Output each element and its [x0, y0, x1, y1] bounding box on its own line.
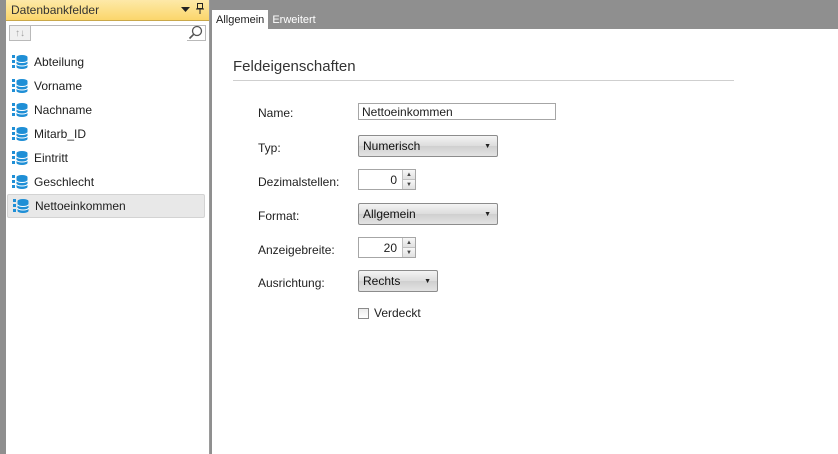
- format-label: Format:: [258, 209, 300, 223]
- ausrichtung-dropdown[interactable]: Rechts ▼: [358, 270, 438, 292]
- pin-icon[interactable]: [196, 3, 204, 17]
- dezimalstellen-value[interactable]: 0: [359, 173, 402, 187]
- field-item-nachname[interactable]: Nachname: [7, 98, 205, 122]
- tab-allgemein[interactable]: Allgemein: [212, 10, 269, 29]
- search-icon[interactable]: [188, 25, 203, 43]
- stepper-buttons: ▲ ▼: [402, 238, 415, 257]
- field-properties-panel: Feldeigenschaften Name: Typ: Numerisch ▼…: [212, 29, 838, 454]
- dezimalstellen-label: Dezimalstellen:: [258, 175, 340, 189]
- ausrichtung-label: Ausrichtung:: [258, 276, 325, 290]
- field-item-abteilung[interactable]: Abteilung: [7, 50, 205, 74]
- typ-label: Typ:: [258, 141, 281, 155]
- panel-dropdown-icon[interactable]: [181, 4, 190, 16]
- verdeckt-checkbox[interactable]: [358, 307, 369, 319]
- database-field-icon: [13, 198, 35, 214]
- anzeigebreite-stepper[interactable]: 20 ▲ ▼: [358, 237, 416, 258]
- database-field-icon: [12, 126, 34, 142]
- database-field-icon: [12, 174, 34, 190]
- name-input[interactable]: [358, 103, 556, 120]
- panel-controls: [181, 3, 204, 17]
- section-divider: [233, 80, 734, 81]
- database-field-icon: [12, 54, 34, 70]
- field-label: Abteilung: [34, 55, 85, 69]
- ausrichtung-dropdown-value: Rechts: [363, 274, 401, 288]
- field-label: Eintritt: [34, 151, 69, 165]
- field-label: Vorname: [34, 79, 83, 93]
- typ-dropdown[interactable]: Numerisch ▼: [358, 135, 498, 157]
- tab-erweitert[interactable]: Erweitert: [268, 10, 320, 29]
- chevron-down-icon: ▼: [484, 210, 491, 218]
- increment-icon[interactable]: ▲: [403, 170, 415, 180]
- field-item-mitarb_id[interactable]: Mitarb_ID: [7, 122, 205, 146]
- dezimalstellen-stepper[interactable]: 0 ▲ ▼: [358, 169, 416, 190]
- decrement-icon[interactable]: ▼: [403, 248, 415, 257]
- search-row: ↑↓: [6, 21, 209, 43]
- field-item-geschlecht[interactable]: Geschlecht: [7, 170, 205, 194]
- format-dropdown-value: Allgemein: [363, 207, 416, 221]
- search-input[interactable]: [31, 27, 187, 41]
- verdeckt-label[interactable]: Verdeckt: [374, 306, 421, 320]
- database-field-icon: [12, 102, 34, 118]
- field-label: Nettoeinkommen: [35, 199, 126, 213]
- chevron-down-icon: ▼: [424, 277, 431, 285]
- field-label: Mitarb_ID: [34, 127, 87, 141]
- database-fields-panel: Datenbankfelder ↑↓ Abteilung Vorname Nachn…: [0, 0, 210, 454]
- field-list: Abteilung Vorname Nachname Mitarb_ID Eintrit…: [6, 50, 209, 218]
- format-dropdown[interactable]: Allgemein ▼: [358, 203, 498, 225]
- field-label: Geschlecht: [34, 175, 95, 189]
- field-item-nettoeinkommen[interactable]: Nettoeinkommen: [7, 194, 205, 218]
- name-label: Name:: [258, 106, 294, 120]
- database-field-icon: [12, 150, 34, 166]
- verdeckt-option: Verdeckt: [358, 306, 421, 320]
- field-item-eintritt[interactable]: Eintritt: [7, 146, 205, 170]
- search-box: [31, 25, 206, 41]
- sort-button[interactable]: ↑↓: [9, 25, 31, 41]
- tab-bar: Allgemein Erweitert: [212, 10, 320, 29]
- chevron-down-icon: ▼: [484, 142, 491, 150]
- field-item-vorname[interactable]: Vorname: [7, 74, 205, 98]
- sort-icon: ↑↓: [15, 27, 25, 39]
- panel-header: Datenbankfelder: [6, 0, 209, 21]
- field-label: Nachname: [34, 103, 93, 117]
- database-field-icon: [12, 78, 34, 94]
- panel-title: Datenbankfelder: [11, 3, 100, 17]
- increment-icon[interactable]: ▲: [403, 238, 415, 248]
- anzeigebreite-label: Anzeigebreite:: [258, 243, 335, 257]
- section-title: Feldeigenschaften: [233, 58, 356, 75]
- typ-dropdown-value: Numerisch: [363, 139, 421, 153]
- anzeigebreite-value[interactable]: 20: [359, 241, 402, 255]
- stepper-buttons: ▲ ▼: [402, 170, 415, 189]
- decrement-icon[interactable]: ▼: [403, 180, 415, 189]
